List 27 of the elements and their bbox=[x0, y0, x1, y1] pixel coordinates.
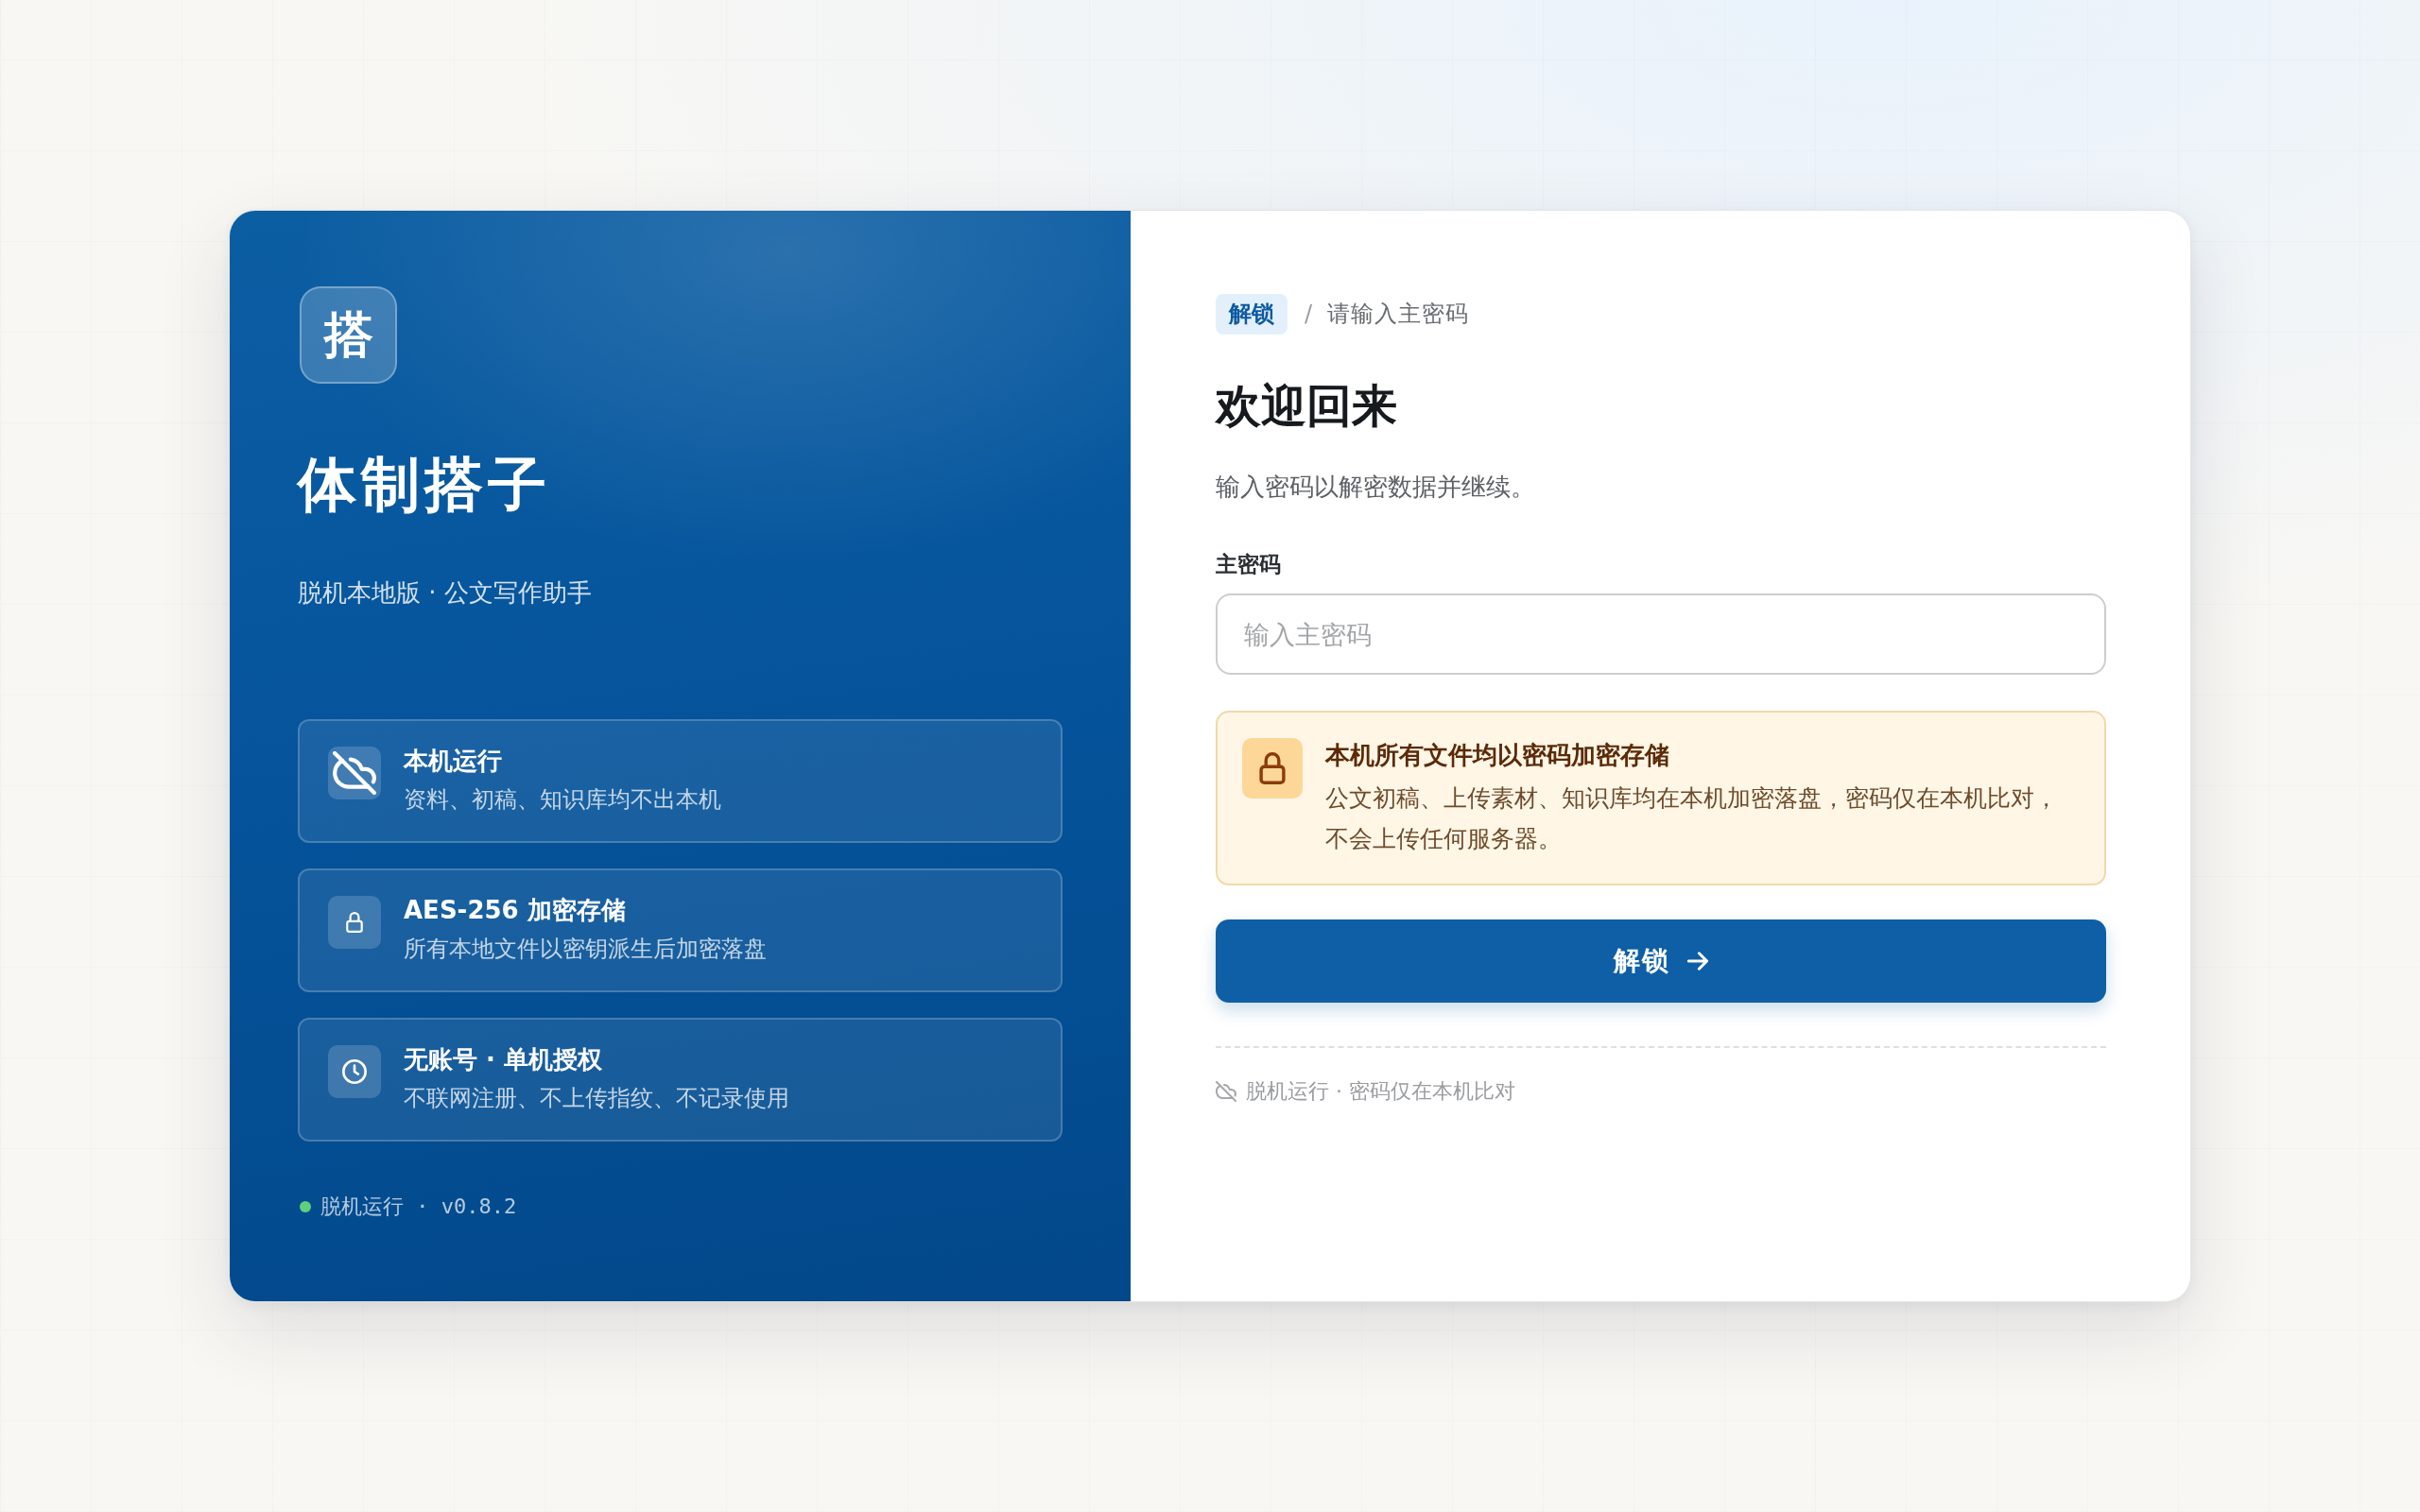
feature-title: AES-256 加密存储 bbox=[404, 895, 627, 926]
status-text: 脱机运行 · v0.8.2 bbox=[320, 1194, 517, 1220]
page-heading: 欢迎回来 bbox=[1216, 378, 1397, 434]
cloud-off-icon bbox=[328, 747, 381, 799]
lock-icon bbox=[1242, 738, 1303, 799]
feature-title: 无账号 · 单机授权 bbox=[404, 1044, 603, 1075]
feature-description: 不联网注册、不上传指纹、不记录使用 bbox=[404, 1084, 789, 1113]
clock-icon bbox=[328, 1045, 381, 1098]
unlock-button[interactable]: 解锁 bbox=[1216, 919, 2106, 1003]
notice-title: 本机所有文件均以密码加密存储 bbox=[1325, 740, 1670, 771]
page-description: 输入密码以解密数据并继续。 bbox=[1216, 472, 1535, 503]
cloud-off-icon bbox=[1216, 1081, 1236, 1102]
arrow-right-icon bbox=[1687, 952, 1708, 971]
feature-description: 资料、初稿、知识库均不出本机 bbox=[404, 785, 721, 815]
password-field[interactable]: 输入主密码 bbox=[1216, 593, 2106, 675]
step-badge: 解锁 bbox=[1216, 294, 1288, 335]
app-title: 体制搭子 bbox=[298, 449, 551, 521]
lock-icon bbox=[328, 896, 381, 949]
feature-description: 所有本地文件以密钥派生后加密落盘 bbox=[404, 935, 767, 964]
breadcrumb-text: 请输入主密码 bbox=[1327, 300, 1470, 329]
field-label: 主密码 bbox=[1216, 551, 1281, 578]
app-logo: 搭 bbox=[300, 286, 397, 384]
notice-text: 公文初稿、上传素材、知识库均在本机加密落盘，密码仅在本机比对，不会上传任何服务器。 bbox=[1325, 783, 2059, 854]
feature-title: 本机运行 bbox=[404, 746, 503, 777]
footer-note: 脱机运行 · 密码仅在本机比对 bbox=[1246, 1078, 1515, 1105]
breadcrumb-separator: / bbox=[1305, 300, 1313, 329]
app-subtitle: 脱机本地版 · 公文写作助手 bbox=[298, 577, 592, 609]
